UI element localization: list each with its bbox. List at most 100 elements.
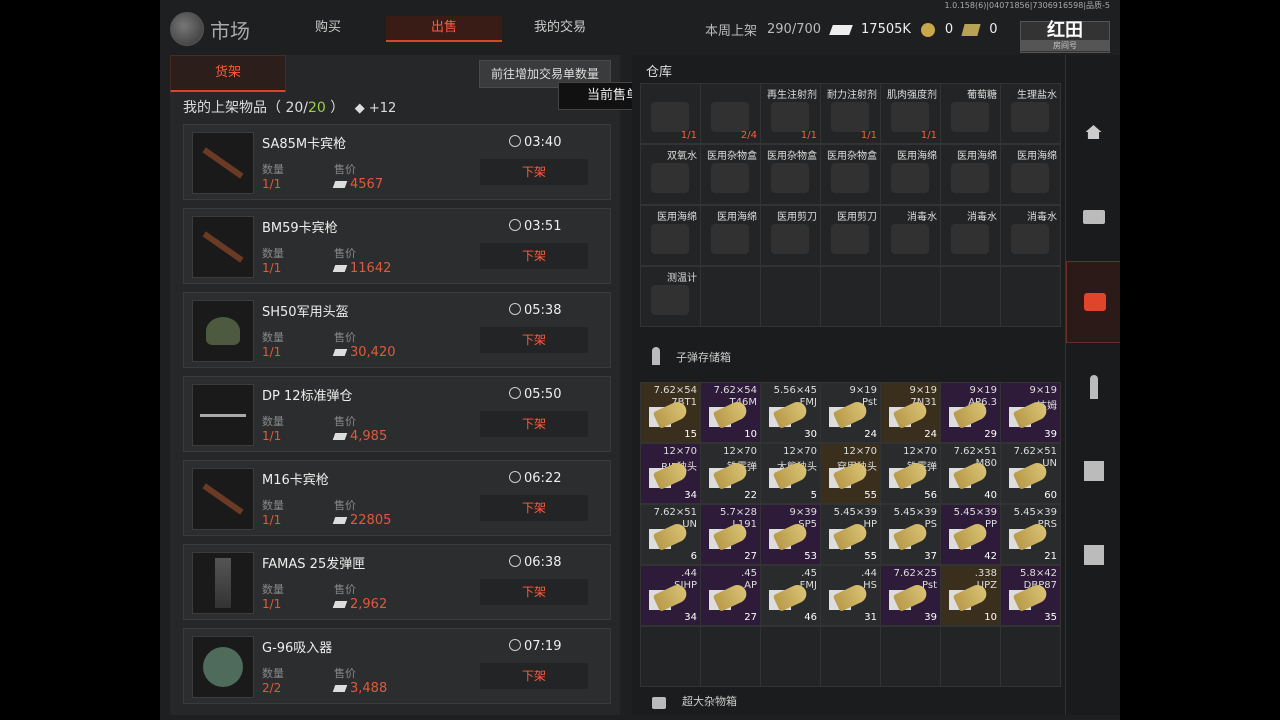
delist-button[interactable]: 下架 (480, 579, 588, 605)
warehouse-item[interactable]: 医用剪刀 (760, 205, 821, 266)
clock-icon (509, 471, 521, 483)
item-thumbnail[interactable] (192, 300, 254, 362)
tab-sell[interactable]: 出售 (386, 16, 502, 42)
tab-buy[interactable]: 购买 (270, 16, 386, 40)
ammo-slot[interactable]: .338 UPZ 10 (940, 565, 1001, 626)
ammo-caliber: 12×70 (663, 446, 697, 457)
side-nav (1065, 55, 1120, 715)
ammo-slot[interactable]: 7.62×25 Pst 39 (880, 565, 941, 626)
item-label: 双氧水 (667, 151, 697, 162)
ammo-count: 27 (744, 612, 757, 623)
market-tabs: 购买 出售 我的交易 (270, 16, 618, 42)
side-home[interactable] (1066, 92, 1120, 172)
ammo-slot[interactable]: 9×19 7N31 24 (880, 382, 941, 443)
ammo-slot[interactable]: 7.62×51 M80 40 (940, 443, 1001, 504)
ammo-slot[interactable]: .45 AP 27 (700, 565, 761, 626)
tab-my-trades[interactable]: 我的交易 (502, 16, 618, 40)
delist-button[interactable]: 下架 (480, 243, 588, 269)
bullet-icon (952, 521, 990, 551)
ammo-slot[interactable]: 9×19 Pst 24 (820, 382, 881, 443)
ammo-count: 34 (684, 612, 697, 623)
warehouse-item[interactable]: 医用杂物盒 (700, 144, 761, 205)
ammo-count: 40 (984, 490, 997, 501)
delist-button[interactable]: 下架 (480, 663, 588, 689)
item-label: 肌肉强度剂 (887, 90, 937, 101)
side-ammo[interactable] (1066, 347, 1120, 427)
room-badge[interactable]: 红田 房间号 (1020, 21, 1110, 53)
ammo-slot[interactable]: 5.8×42 DBP87 35 (1000, 565, 1061, 626)
ammo-slot[interactable]: .44 HS 31 (820, 565, 881, 626)
ammo-slot[interactable]: .45 FMJ 46 (760, 565, 821, 626)
warehouse-item[interactable]: 医用杂物盒 (760, 144, 821, 205)
ammo-slot[interactable]: 9×19 达姆 39 (1000, 382, 1061, 443)
clock-icon (509, 135, 521, 147)
side-crate-1[interactable] (1066, 431, 1120, 511)
item-thumbnail[interactable] (192, 216, 254, 278)
ammo-slot[interactable]: 5.56×45 FMJ 30 (760, 382, 821, 443)
ammo-slot[interactable]: 7.62×51 UN 6 (640, 504, 701, 565)
warehouse-item[interactable]: 医用海绵 (1000, 144, 1061, 205)
item-name: SH50军用头盔 (262, 305, 349, 320)
ammo-slot[interactable]: 12×70 大熊独头 5 (760, 443, 821, 504)
ammo-slot[interactable]: 5.45×39 PRS 21 (1000, 504, 1061, 565)
warehouse-item[interactable]: 医用海绵 (880, 144, 941, 205)
item-image (831, 163, 869, 193)
tab-shelf[interactable]: 货架 (170, 55, 286, 92)
shelf-panel: 货架 前往增加交易单数量 我的上架物品（ 20/20 ） ◆ +12 SA85M… (170, 55, 620, 715)
warehouse-item[interactable]: 2/4 (700, 83, 761, 144)
ammo-slot[interactable]: 12×70 RIP独头 34 (640, 443, 701, 504)
ammo-count: 30 (804, 429, 817, 440)
warehouse-item[interactable]: 生理盐水 (1000, 83, 1061, 144)
item-thumbnail[interactable] (192, 468, 254, 530)
ammo-slot[interactable]: 7.62×54 T46M 10 (700, 382, 761, 443)
delist-button[interactable]: 下架 (480, 411, 588, 437)
ammo-slot[interactable]: 5.45×39 PP 42 (940, 504, 1001, 565)
warehouse-item[interactable]: 耐力注射剂 1/1 (820, 83, 881, 144)
ammo-slot[interactable]: 5.45×39 HP 55 (820, 504, 881, 565)
warehouse-item[interactable]: 消毒水 (880, 205, 941, 266)
item-thumbnail[interactable] (192, 384, 254, 446)
cash-icon (332, 685, 348, 692)
warehouse-item[interactable]: 医用海绵 (940, 144, 1001, 205)
ammo-slot[interactable]: .44 SJHP 34 (640, 565, 701, 626)
ammo-slot[interactable]: 12×70 铁霰弹 56 (880, 443, 941, 504)
side-keys[interactable] (1066, 177, 1120, 257)
delist-button[interactable]: 下架 (480, 159, 588, 185)
item-thumbnail[interactable] (192, 636, 254, 698)
delist-button[interactable]: 下架 (480, 327, 588, 353)
warehouse-item[interactable]: 葡萄糖 (940, 83, 1001, 144)
ammo-slot[interactable]: 12×70 铁霰弹 22 (700, 443, 761, 504)
ammo-slot[interactable]: 7.62×51 UN 60 (1000, 443, 1061, 504)
item-thumbnail[interactable] (192, 552, 254, 614)
ammo-slot[interactable]: 5.45×39 PS 37 (880, 504, 941, 565)
ammo-slot[interactable]: 12×70 穿甲独头 55 (820, 443, 881, 504)
delist-button[interactable]: 下架 (480, 495, 588, 521)
warehouse-item[interactable]: 1/1 (640, 83, 701, 144)
ammo-caliber: 12×70 (783, 446, 817, 457)
coin-icon (920, 22, 935, 37)
ammo-slot[interactable]: 5.7×28 L191 27 (700, 504, 761, 565)
warehouse-item[interactable]: 医用剪刀 (820, 205, 881, 266)
clock-icon (509, 219, 521, 231)
warehouse-item[interactable]: 医用海绵 (700, 205, 761, 266)
warehouse-item[interactable]: 测温计 (640, 266, 701, 327)
warehouse-item[interactable]: 消毒水 (940, 205, 1001, 266)
warehouse-item[interactable]: 医用海绵 (640, 205, 701, 266)
ammo-slot[interactable]: 9×39 SP5 53 (760, 504, 821, 565)
ammo-slot[interactable]: 9×19 AP6.3 29 (940, 382, 1001, 443)
warehouse-item[interactable]: 肌肉强度剂 1/1 (880, 83, 941, 144)
ammo-caliber: 7.62×51 (953, 446, 997, 457)
warehouse-item[interactable]: 再生注射剂 1/1 (760, 83, 821, 144)
item-label: 葡萄糖 (967, 90, 997, 101)
listing-row: G-96吸入器 数量 2/2 售价 3,488 07:19 下架 (183, 628, 611, 704)
ammo-caliber: 7.62×54 (653, 385, 697, 396)
side-crate-2[interactable] (1066, 515, 1120, 595)
warehouse-item[interactable]: 消毒水 (1000, 205, 1061, 266)
side-medical[interactable] (1066, 261, 1120, 343)
ammo-count: 21 (1044, 551, 1057, 562)
warehouse-item[interactable]: 医用杂物盒 (820, 144, 881, 205)
warehouse-item[interactable]: 双氧水 (640, 144, 701, 205)
ammo-slot[interactable]: 7.62×54 7BT1 15 (640, 382, 701, 443)
warehouse-title: 仓库 (646, 65, 673, 80)
item-thumbnail[interactable] (192, 132, 254, 194)
